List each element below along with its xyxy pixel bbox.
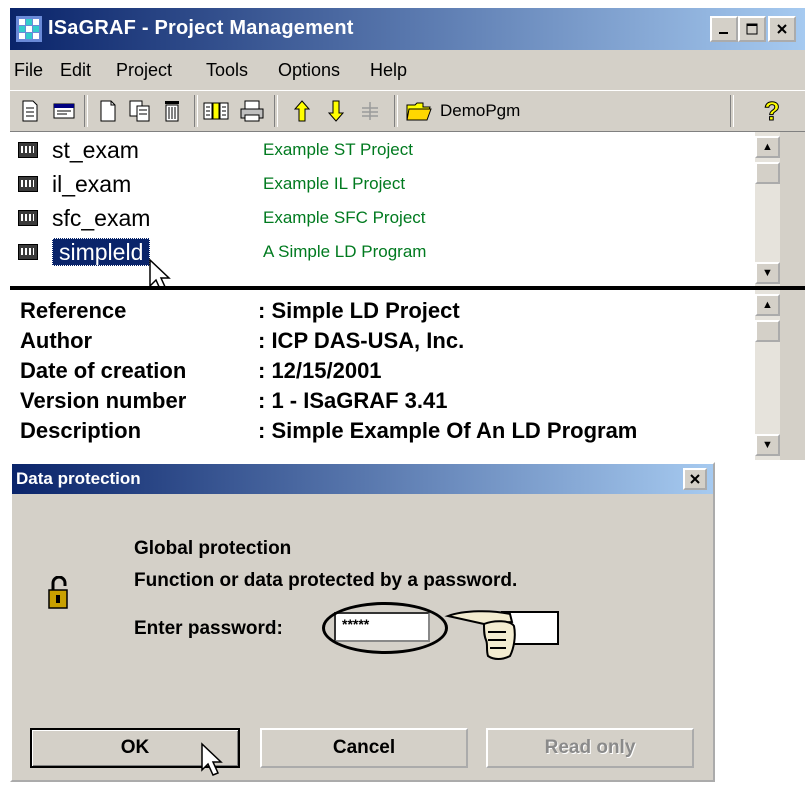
menu-options[interactable]: Options bbox=[278, 60, 340, 81]
move-up-button[interactable] bbox=[288, 97, 316, 125]
new-icon bbox=[100, 100, 116, 122]
details-scrollbar[interactable]: ▲ ▼ bbox=[755, 290, 780, 460]
scroll-thumb[interactable] bbox=[755, 162, 780, 184]
window-title: ISaGRAF - Project Management bbox=[48, 17, 354, 39]
project-name: st_exam bbox=[52, 136, 139, 163]
maximize-button[interactable] bbox=[738, 16, 766, 42]
project-list-scrollbar[interactable]: ▲ ▼ bbox=[755, 132, 780, 288]
scroll-up-button[interactable]: ▲ bbox=[755, 294, 780, 316]
scroll-up-button[interactable]: ▲ bbox=[755, 136, 780, 158]
move-up-icon bbox=[294, 100, 310, 122]
delete-icon bbox=[165, 101, 179, 122]
unlocked-padlock-icon bbox=[48, 576, 68, 609]
close-button[interactable] bbox=[768, 16, 796, 42]
folder-icon bbox=[406, 102, 432, 121]
project-row-simpleld[interactable]: simpleld A Simple LD Program bbox=[18, 236, 426, 268]
svg-text:?: ? bbox=[764, 98, 780, 124]
menu-project[interactable]: Project bbox=[116, 60, 172, 81]
minimize-button[interactable] bbox=[710, 16, 738, 42]
mouse-pointer-icon bbox=[201, 742, 223, 776]
detail-value-description: : Simple Example Of An LD Program bbox=[258, 418, 638, 443]
close-icon bbox=[690, 474, 700, 484]
detail-label-date: Date of creation bbox=[20, 358, 187, 383]
project-row-il-exam[interactable]: il_exam Example IL Project bbox=[18, 168, 405, 200]
new-project-button[interactable] bbox=[94, 97, 122, 125]
pointing-hand-icon bbox=[444, 610, 559, 660]
copy-project-button[interactable] bbox=[126, 97, 154, 125]
properties-icon bbox=[53, 103, 75, 119]
edit-icon bbox=[22, 100, 38, 122]
detail-value-reference: : Simple LD Project bbox=[258, 298, 460, 323]
menu-file[interactable]: File bbox=[14, 60, 43, 81]
move-down-button[interactable] bbox=[322, 97, 350, 125]
demo-program-button[interactable]: DemoPgm bbox=[406, 95, 616, 127]
toolbar-separator bbox=[194, 95, 198, 127]
title-bar[interactable]: ISaGRAF - Project Management bbox=[10, 8, 805, 50]
properties-button[interactable] bbox=[50, 97, 78, 125]
toolbar-separator bbox=[730, 95, 734, 127]
print-icon bbox=[240, 100, 264, 122]
project-list: st_exam Example ST Project il_exam Examp… bbox=[10, 132, 780, 292]
print-button[interactable] bbox=[238, 97, 266, 125]
project-icon bbox=[18, 210, 38, 226]
menu-tools[interactable]: Tools bbox=[206, 60, 248, 81]
edit-button[interactable] bbox=[16, 97, 44, 125]
detail-label-author: Author bbox=[20, 328, 93, 353]
dialog-title-bar[interactable]: Data protection bbox=[12, 464, 713, 494]
maximize-icon bbox=[746, 23, 758, 35]
project-row-st-exam[interactable]: st_exam Example ST Project bbox=[18, 134, 413, 166]
scroll-thumb[interactable] bbox=[755, 320, 780, 342]
detail-value-author: : ICP DAS-USA, Inc. bbox=[258, 328, 465, 353]
project-description: A Simple LD Program bbox=[263, 242, 427, 261]
project-description: Example SFC Project bbox=[263, 208, 426, 227]
toolbar-separator bbox=[394, 95, 398, 127]
project-management-window: ISaGRAF - Project Management File Edit P… bbox=[10, 8, 805, 460]
toolbar-separator bbox=[274, 95, 278, 127]
project-description: Example IL Project bbox=[263, 174, 406, 193]
dialog-title: Data protection bbox=[16, 469, 141, 488]
project-details: Reference : Simple LD Project Author : I… bbox=[10, 290, 780, 460]
project-row-sfc-exam[interactable]: sfc_exam Example SFC Project bbox=[18, 202, 426, 234]
menu-bar: File Edit Project Tools Options Help bbox=[10, 54, 805, 88]
disabled-tool-button[interactable] bbox=[356, 97, 384, 125]
project-name: sfc_exam bbox=[52, 204, 151, 231]
libraries-button[interactable] bbox=[202, 97, 230, 125]
delete-project-button[interactable] bbox=[158, 97, 186, 125]
project-name: il_exam bbox=[52, 170, 132, 197]
scroll-down-button[interactable]: ▼ bbox=[755, 262, 780, 284]
toolbar: DemoPgm ? bbox=[10, 90, 805, 132]
dialog-heading: Global protection bbox=[134, 538, 292, 559]
help-icon: ? bbox=[764, 98, 781, 124]
close-icon bbox=[777, 24, 787, 34]
dialog-message: Function or data protected by a password… bbox=[134, 570, 518, 591]
copy-icon bbox=[129, 100, 150, 122]
detail-label-version: Version number bbox=[20, 388, 187, 413]
demo-program-label: DemoPgm bbox=[440, 101, 521, 120]
move-down-icon bbox=[328, 100, 344, 122]
isagraf-app-icon bbox=[16, 16, 42, 42]
toolbar-separator bbox=[84, 95, 88, 127]
dialog-close-button[interactable] bbox=[683, 468, 707, 490]
scroll-down-button[interactable]: ▼ bbox=[755, 434, 780, 456]
minimize-icon bbox=[719, 32, 728, 34]
password-prompt: Enter password: bbox=[134, 618, 283, 639]
cancel-button[interactable]: Cancel bbox=[260, 728, 468, 768]
read-only-button[interactable]: Read only bbox=[486, 728, 694, 768]
project-icon bbox=[18, 176, 38, 192]
disabled-icon bbox=[362, 102, 378, 120]
detail-value-date: : 12/15/2001 bbox=[258, 358, 382, 383]
project-icon bbox=[18, 244, 38, 260]
help-button[interactable]: ? bbox=[758, 97, 786, 125]
detail-label-reference: Reference bbox=[20, 298, 127, 323]
menu-help[interactable]: Help bbox=[370, 60, 407, 81]
highlight-ellipse bbox=[322, 602, 448, 654]
project-icon bbox=[18, 142, 38, 158]
detail-label-description: Description bbox=[20, 418, 142, 443]
libraries-icon bbox=[203, 102, 229, 120]
project-name-selected: simpleld bbox=[52, 237, 151, 266]
detail-value-version: : 1 - ISaGRAF 3.41 bbox=[258, 388, 448, 413]
menu-edit[interactable]: Edit bbox=[60, 60, 91, 81]
project-description: Example ST Project bbox=[263, 140, 413, 159]
data-protection-dialog: Data protection Global protection Functi… bbox=[10, 462, 715, 782]
